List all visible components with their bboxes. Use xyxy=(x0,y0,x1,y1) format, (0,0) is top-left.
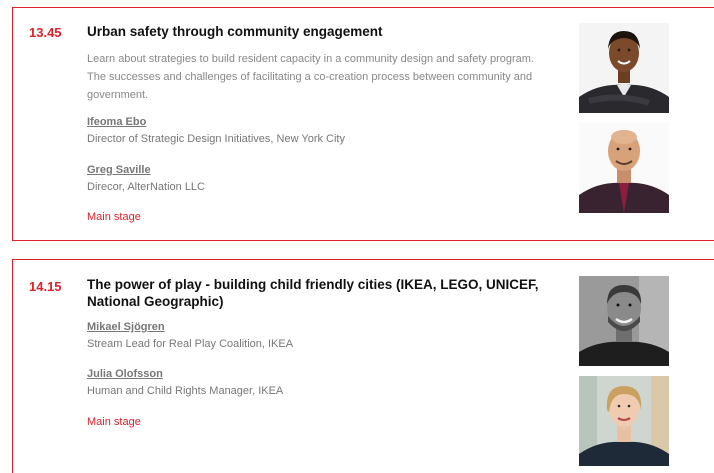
session-title: Urban safety through community engagemen… xyxy=(87,24,383,39)
session-description-line: government. xyxy=(87,89,149,101)
session-venue: Main stage xyxy=(87,416,141,428)
session-time: 14.15 xyxy=(29,279,62,294)
speaker-photo-mikael-sjogren xyxy=(579,276,669,366)
session-venue: Main stage xyxy=(87,211,141,223)
session-description-line: Learn about strategies to build resident… xyxy=(87,53,534,65)
speaker-name-link[interactable]: Mikael Sjögren xyxy=(87,321,165,333)
speaker-name-link[interactable]: Greg Saville xyxy=(87,164,151,176)
speaker-role: Direcor, AlterNation LLC xyxy=(87,181,205,193)
session-card: 13.45 Urban safety through community eng… xyxy=(12,7,714,241)
speaker-role: Director of Strategic Design Initiatives… xyxy=(87,133,345,145)
speaker-photo-ifeoma-ebo xyxy=(579,23,669,113)
session-title: National Geographic) xyxy=(87,294,224,309)
session-title: The power of play - building child frien… xyxy=(87,277,539,292)
session-card: 14.15 The power of play - building child… xyxy=(12,259,714,473)
session-time: 13.45 xyxy=(29,25,62,40)
speaker-photo-greg-saville xyxy=(579,123,669,213)
speaker-name-link[interactable]: Julia Olofsson xyxy=(87,368,163,380)
speaker-role: Human and Child Rights Manager, IKEA xyxy=(87,385,284,397)
speaker-name-link[interactable]: Ifeoma Ebo xyxy=(87,116,146,128)
speaker-photo-julia-olofsson xyxy=(579,376,669,466)
session-description-line: The successes and challenges of facilita… xyxy=(87,71,533,83)
speaker-role: Stream Lead for Real Play Coalition, IKE… xyxy=(87,338,294,350)
